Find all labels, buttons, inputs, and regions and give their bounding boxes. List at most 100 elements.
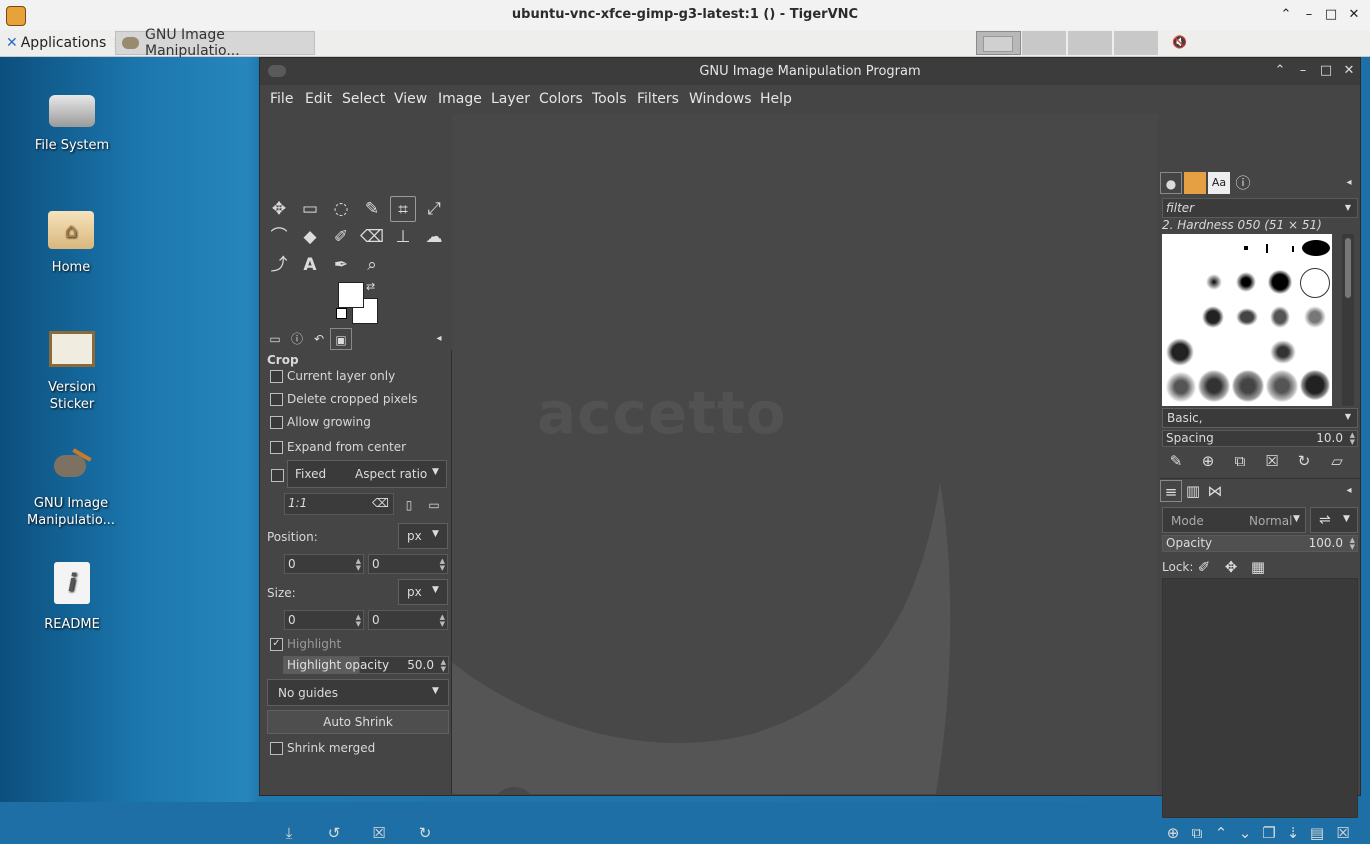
desktop-icon-gimp[interactable]: GNU Image Manipulatio...	[11, 445, 131, 529]
layer-opacity-slider[interactable]: Opacity 100.0 ▲ ▼	[1162, 535, 1358, 552]
menu-select[interactable]: Select	[342, 91, 385, 107]
spinner-icon[interactable]: ▲ ▼	[441, 659, 446, 673]
lower-layer-icon[interactable]: ⌄	[1234, 822, 1256, 844]
portrait-icon[interactable]: ▯	[398, 494, 420, 516]
auto-shrink-button[interactable]: Auto Shrink	[267, 710, 449, 734]
highlight-opacity-slider[interactable]: Highlight opacity 50.0 ▲ ▼	[283, 656, 449, 674]
delete-brush-icon[interactable]: ☒	[1261, 450, 1283, 472]
desktop-icon-readme[interactable]: i README	[12, 562, 132, 633]
brush-scrollbar-thumb[interactable]	[1345, 238, 1351, 298]
size-y-input[interactable]: 0 ▲ ▼	[368, 610, 448, 630]
zoom-tool-icon[interactable]: ⌕	[359, 252, 385, 278]
warp-tool-icon[interactable]: ⌒	[266, 224, 292, 250]
tool-options-tab-icon[interactable]: ⓘ	[286, 328, 308, 350]
guides-dropdown[interactable]: No guides ▼	[267, 679, 449, 706]
menu-help[interactable]: Help	[760, 91, 792, 107]
gimp-minimize-button[interactable]: –	[1293, 61, 1313, 81]
allow-growing-checkbox[interactable]	[270, 416, 283, 429]
color-picker-tool-icon[interactable]: ✒	[328, 252, 354, 278]
reset-options-icon[interactable]: ↻	[414, 822, 436, 844]
brush-scrollbar[interactable]	[1342, 234, 1354, 406]
fuzzy-select-tool-icon[interactable]: ✎	[359, 196, 385, 222]
gimp-close-button[interactable]: ✕	[1339, 61, 1359, 81]
menu-view[interactable]: View	[394, 91, 427, 107]
restore-options-icon[interactable]: ↺	[323, 822, 345, 844]
menu-filters[interactable]: Filters	[637, 91, 679, 107]
duplicate-layer-icon[interactable]: ❐	[1258, 822, 1280, 844]
crop-tool-icon[interactable]: ⌗	[390, 196, 416, 222]
landscape-icon[interactable]: ▭	[423, 494, 445, 516]
new-layer-icon[interactable]: ⊕	[1162, 822, 1184, 844]
menu-layer[interactable]: Layer	[491, 91, 530, 107]
text-tool-icon[interactable]: A	[297, 252, 323, 278]
clone-tool-icon[interactable]: ⊥	[390, 224, 416, 250]
spinner-icon[interactable]: ▲ ▼	[1350, 537, 1355, 551]
rect-select-tool-icon[interactable]: ▭	[297, 196, 323, 222]
help-tab-icon[interactable]: ⓘ	[1232, 172, 1254, 194]
merge-layer-icon[interactable]: ⇣	[1282, 822, 1304, 844]
fixed-checkbox[interactable]	[271, 469, 284, 482]
menu-windows[interactable]: Windows	[689, 91, 752, 107]
gimp-collapse-button[interactable]: ⌃	[1270, 61, 1290, 81]
size-unit-dropdown[interactable]: px ▼	[398, 579, 448, 605]
menu-file[interactable]: File	[270, 91, 293, 107]
position-y-input[interactable]: 0 ▲ ▼	[368, 554, 448, 574]
layers-tab-icon[interactable]: ≡	[1160, 480, 1182, 502]
new-layer-group-icon[interactable]: ⧉	[1186, 822, 1208, 844]
brush-filter-input[interactable]: filter ▼	[1162, 198, 1358, 218]
vnc-maximize-button[interactable]: □	[1321, 5, 1341, 25]
brushes-tab-icon[interactable]: ●	[1160, 172, 1182, 194]
desktop-icon-home[interactable]: ⌂ Home	[11, 207, 131, 276]
ratio-input[interactable]: 1:1 ⌫	[284, 493, 394, 515]
volume-muted-icon[interactable]: 🔇	[1172, 35, 1187, 49]
duplicate-brush-icon[interactable]: ⧉	[1229, 450, 1251, 472]
foreground-color-swatch[interactable]	[338, 282, 364, 308]
paths-tool-icon[interactable]: ⤴	[266, 252, 292, 278]
edit-brush-icon[interactable]: ✎	[1165, 450, 1187, 472]
lock-pixels-icon[interactable]: ✐	[1193, 556, 1215, 578]
workspace-3[interactable]	[1068, 31, 1112, 55]
transform-tool-icon[interactable]: ⤢	[421, 196, 447, 222]
spinner-icon[interactable]: ▲ ▼	[1350, 432, 1355, 446]
swap-colors-icon[interactable]: ⇄	[366, 280, 375, 293]
desktop-icon-version-sticker[interactable]: Version Sticker	[12, 327, 132, 413]
spinner-icon[interactable]: ▲ ▼	[440, 614, 445, 628]
layer-mask-icon[interactable]: ▤	[1306, 822, 1328, 844]
patterns-tab-icon[interactable]	[1184, 172, 1206, 194]
default-colors-icon[interactable]	[336, 308, 347, 319]
applications-menu-button[interactable]: ✕ Applications ⋮	[6, 33, 120, 53]
free-select-tool-icon[interactable]: ◌	[328, 196, 354, 222]
highlight-checkbox[interactable]: ✓	[270, 638, 283, 651]
current-layer-only-checkbox[interactable]	[270, 370, 283, 383]
channels-tab-icon[interactable]: ▥	[1182, 480, 1204, 502]
open-brush-icon[interactable]: ▱	[1326, 450, 1348, 472]
paintbrush-tool-icon[interactable]: ✐	[328, 224, 354, 250]
layer-mode-switch[interactable]: ⇌ ▼	[1310, 507, 1358, 533]
bucket-fill-tool-icon[interactable]: ◆	[297, 224, 323, 250]
paths-tab-icon[interactable]: ⋈	[1204, 480, 1226, 502]
vnc-minimize-button[interactable]: –	[1299, 5, 1319, 25]
spinner-icon[interactable]: ▲ ▼	[356, 558, 361, 572]
spinner-icon[interactable]: ▲ ▼	[440, 558, 445, 572]
image-canvas[interactable]: accetto	[452, 114, 1158, 794]
delete-cropped-checkbox[interactable]	[270, 393, 283, 406]
dock-menu-icon[interactable]: ◂	[1338, 480, 1360, 502]
menu-image[interactable]: Image	[438, 91, 482, 107]
position-unit-dropdown[interactable]: px ▼	[398, 523, 448, 549]
undo-history-tab-icon[interactable]: ↶	[308, 328, 330, 350]
workspace-4[interactable]	[1114, 31, 1158, 55]
fixed-aspect-dropdown[interactable]: Fixed Aspect ratio ▼	[287, 460, 447, 488]
smudge-tool-icon[interactable]: ☁	[421, 224, 447, 250]
vnc-collapse-button[interactable]: ⌃	[1276, 5, 1296, 25]
size-x-input[interactable]: 0 ▲ ▼	[284, 610, 364, 630]
gimp-maximize-button[interactable]: □	[1316, 61, 1336, 81]
fonts-tab-icon[interactable]: Aa	[1208, 172, 1230, 194]
layer-mode-dropdown[interactable]: Mode Normal ▼	[1162, 507, 1306, 533]
spinner-icon[interactable]: ▲ ▼	[356, 614, 361, 628]
workspace-1[interactable]	[976, 31, 1021, 55]
brush-tag-dropdown[interactable]: Basic, ▼	[1162, 408, 1358, 428]
raise-layer-icon[interactable]: ⌃	[1210, 822, 1232, 844]
device-status-tab-icon[interactable]: ▭	[264, 328, 286, 350]
refresh-brushes-icon[interactable]: ↻	[1293, 450, 1315, 472]
spacing-slider[interactable]: Spacing 10.0 ▲ ▼	[1162, 430, 1358, 447]
